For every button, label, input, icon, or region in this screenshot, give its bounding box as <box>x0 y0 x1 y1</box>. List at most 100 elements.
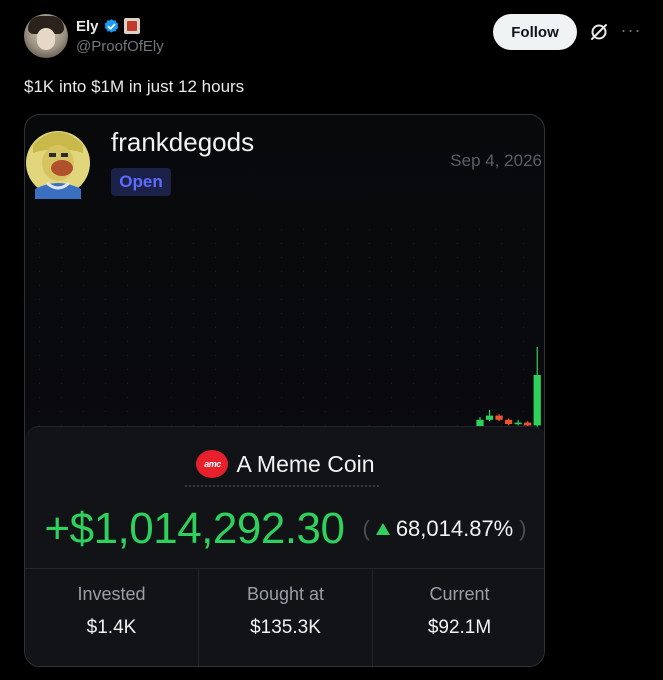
grid-dot <box>127 313 128 314</box>
grid-dot <box>457 299 458 300</box>
stat-value: $92.1M <box>427 617 492 638</box>
grid-dot <box>215 229 216 230</box>
grid-dot <box>39 243 40 244</box>
author-avatar[interactable] <box>24 14 68 58</box>
grid-dot <box>193 243 194 244</box>
follow-button[interactable]: Follow <box>493 14 577 50</box>
grid-dot <box>83 229 84 230</box>
author-handle[interactable]: @ProofOfEly <box>76 38 164 55</box>
grid-dot <box>303 341 304 342</box>
grid-dot <box>391 327 392 328</box>
grid-dot <box>479 355 480 356</box>
stat-label: Invested <box>77 584 146 604</box>
grid-dot <box>127 327 128 328</box>
up-arrow-icon <box>375 523 390 535</box>
grid-dot <box>105 341 106 342</box>
grok-icon[interactable] <box>589 22 609 42</box>
grid-dot <box>281 369 282 370</box>
dotted-divider <box>185 485 379 487</box>
grid-dot <box>127 285 128 286</box>
grid-dot <box>457 355 458 356</box>
grid-dot <box>193 299 194 300</box>
grid-dot <box>435 229 436 230</box>
grid-dot <box>149 355 150 356</box>
grid-dot <box>501 313 502 314</box>
grid-dot <box>281 229 282 230</box>
grid-dot <box>347 369 348 370</box>
grid-dot <box>171 229 172 230</box>
grid-dot <box>281 355 282 356</box>
coin-row: amc A Meme Coin <box>25 449 544 479</box>
grid-dot <box>457 285 458 286</box>
card-avatar-icon <box>26 131 90 199</box>
grid-dot <box>259 285 260 286</box>
grid-dot <box>171 243 172 244</box>
grid-dot <box>39 257 40 258</box>
verified-icon <box>104 18 118 33</box>
grid-dot <box>193 313 194 314</box>
candle-up <box>514 422 522 425</box>
grid-dot <box>413 229 414 230</box>
grid-dot <box>127 243 128 244</box>
grid-dot <box>259 257 260 258</box>
grid-dot <box>523 327 524 328</box>
grid-dot <box>83 355 84 356</box>
grid-dot <box>215 271 216 272</box>
grid-dot <box>303 299 304 300</box>
grid-dot <box>325 369 326 370</box>
grid-dot <box>39 229 40 230</box>
grid-dot <box>391 411 392 412</box>
stat-invested: Invested $1.4K <box>25 569 199 666</box>
more-options-icon[interactable]: ··· <box>619 20 643 44</box>
grid-dot <box>61 411 62 412</box>
grid-dot <box>83 243 84 244</box>
grid-dot <box>523 271 524 272</box>
grid-dot <box>479 369 480 370</box>
pnl-card-image[interactable]: frankdegods Open Sep 4, 2026 amc A Meme … <box>24 114 545 667</box>
grid-dot <box>457 271 458 272</box>
grid-dot <box>303 243 304 244</box>
grid-dot <box>435 369 436 370</box>
grid-dot <box>149 271 150 272</box>
grid-dot <box>369 411 370 412</box>
grid-dot <box>193 285 194 286</box>
grid-dot <box>391 355 392 356</box>
grid-dot <box>149 243 150 244</box>
grid-dot <box>435 257 436 258</box>
grid-dot <box>281 411 282 412</box>
grid-dot <box>149 299 150 300</box>
grid-dot <box>105 229 106 230</box>
grid-dot <box>105 257 106 258</box>
grid-dot <box>259 299 260 300</box>
grid-dot <box>501 271 502 272</box>
pnl-percent: 68,014.87% <box>395 516 514 541</box>
grid-dot <box>259 397 260 398</box>
grid-dot <box>61 341 62 342</box>
grid-dot <box>193 341 194 342</box>
grid-dot <box>127 229 128 230</box>
grid-dot <box>501 285 502 286</box>
grid-dot <box>479 411 480 412</box>
author-name[interactable]: Ely <box>76 18 99 35</box>
grid-dot <box>105 369 106 370</box>
grid-dot <box>413 411 414 412</box>
grid-dot <box>215 383 216 384</box>
grid-dot <box>105 271 106 272</box>
stat-current: Current $92.1M <box>373 569 544 666</box>
grid-dot <box>171 369 172 370</box>
grid-dot <box>215 313 216 314</box>
grid-dot <box>39 355 40 356</box>
grid-dot <box>105 243 106 244</box>
grid-dot <box>435 271 436 272</box>
grid-dot <box>39 313 40 314</box>
grid-dot <box>501 355 502 356</box>
grid-dot <box>479 341 480 342</box>
grid-dot <box>413 341 414 342</box>
grid-dot <box>523 243 524 244</box>
grid-dot <box>193 397 194 398</box>
grid-dot <box>105 355 106 356</box>
grid-dot <box>413 369 414 370</box>
grid-dot <box>281 397 282 398</box>
grid-dot <box>237 271 238 272</box>
grid-dot <box>127 299 128 300</box>
